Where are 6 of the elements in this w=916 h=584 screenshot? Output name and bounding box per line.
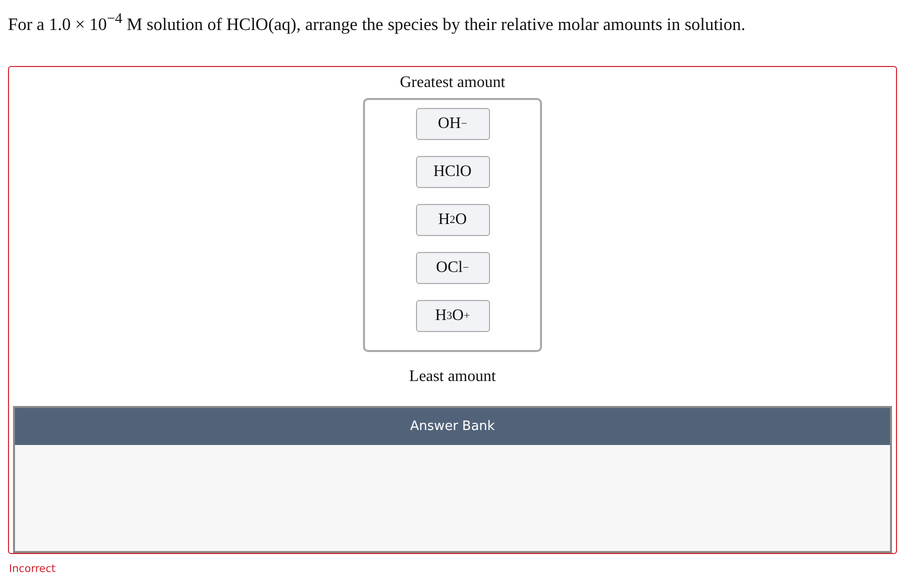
- species-tile[interactable]: HClO: [416, 156, 490, 188]
- answer-bank-header: Answer Bank: [15, 408, 890, 445]
- result-text: Incorrect: [8, 562, 57, 575]
- top-label: Greatest amount: [400, 72, 506, 93]
- bottom-label: Least amount: [409, 366, 496, 387]
- question-text: For a 1.0 × 10$^{−4}$ M solution of HClO(aq), arrange the species by their relative molar amounts in solution.: [7, 10, 746, 35]
